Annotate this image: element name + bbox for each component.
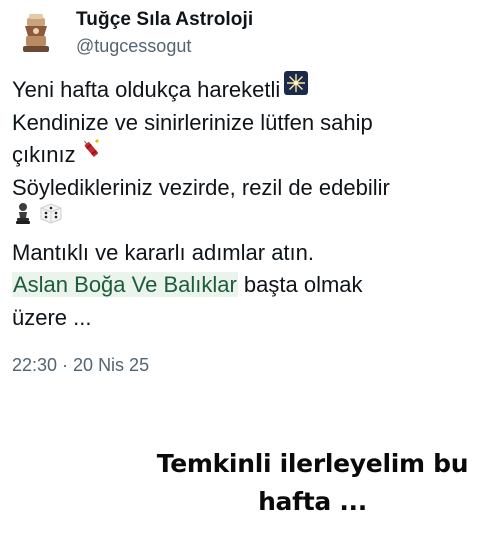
chess-pawn-icon	[12, 201, 34, 235]
tweet-timestamp[interactable]: 22:30 · 20 Nis 25	[12, 355, 149, 376]
tweet-line: Aslan Boğa Ve Balıklar başta olmak	[12, 269, 488, 302]
dice-icon	[38, 201, 64, 235]
tweet-card: Tuğçe Sıla Astroloji @tugcessogut Yeni h…	[0, 0, 500, 395]
firecracker-icon	[80, 137, 102, 170]
highlighted-text[interactable]: Aslan Boğa Ve Balıklar	[12, 272, 238, 297]
tweet-line-text: Yeni hafta oldukça hareketli	[12, 77, 281, 102]
author-handle[interactable]: @tugcessogut	[76, 36, 191, 57]
tweet-line	[12, 201, 488, 237]
tweet-line: üzere ...	[12, 304, 92, 330]
tweet-line-text: başta olmak	[237, 272, 363, 297]
overlay-caption: Temkinli ilerleyelim bu hafta ...	[156, 449, 469, 516]
screenshot-canvas: Tuğçe Sıla Astroloji @tugcessogut Yeni h…	[0, 0, 500, 534]
tweet-line: çıkınız	[12, 139, 488, 172]
tweet-line-text: çıkınız	[12, 142, 76, 167]
tweet-line: Kendinize ve sinirlerinize lütfen sahip	[12, 109, 373, 135]
tweet-line: Mantıklı ve kararlı adımlar atın.	[12, 239, 314, 265]
tweet-line: Yeni hafta oldukça hareketli	[12, 71, 488, 107]
tweet-text: Yeni hafta oldukça hareketli Kendinize v…	[12, 71, 488, 334]
sparkler-icon	[284, 71, 309, 105]
avatar[interactable]	[10, 8, 60, 58]
author-name[interactable]: Tuğçe Sıla Astroloji	[76, 9, 253, 31]
avatar-image	[10, 8, 60, 58]
tweet-line: Söyledikleriniz vezirde, rezil de edebil…	[12, 174, 390, 200]
